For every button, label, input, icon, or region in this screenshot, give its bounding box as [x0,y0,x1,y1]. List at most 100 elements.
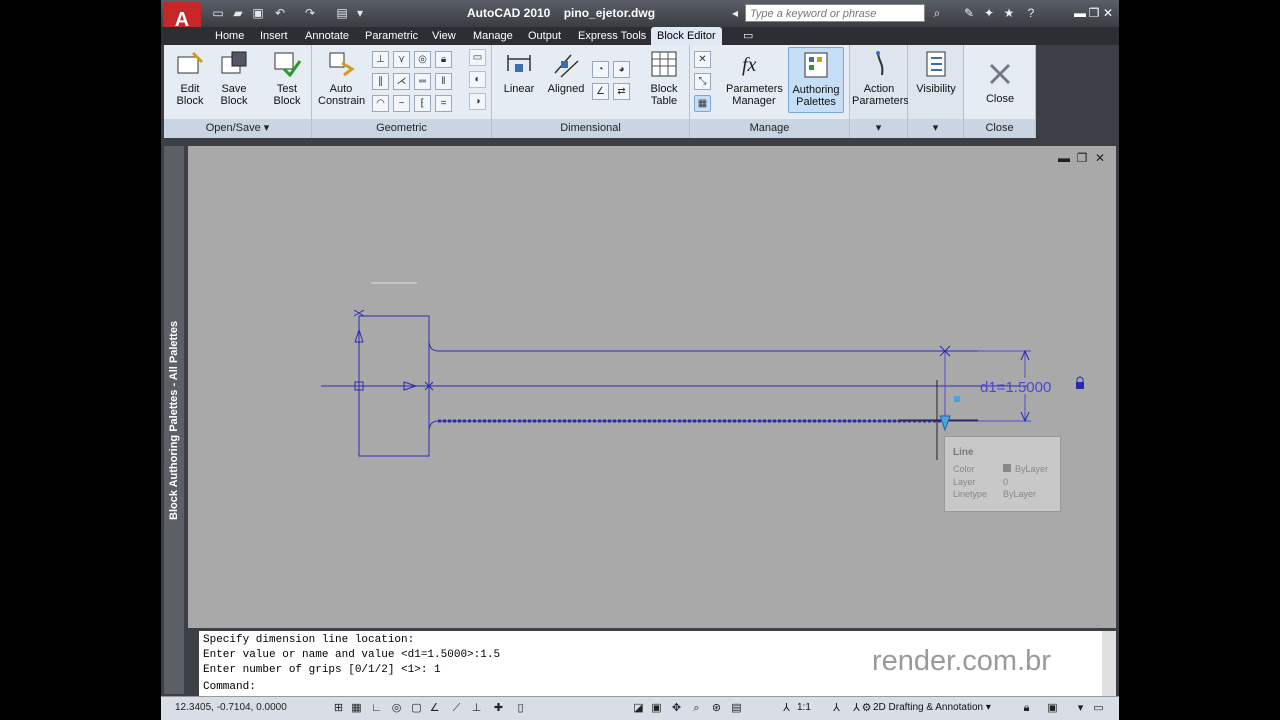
qat-dropdown-icon[interactable]: ▾ [351,5,369,21]
close-window-icon[interactable]: ✕ [1101,6,1115,20]
search-expand-icon[interactable]: ◂ [727,5,743,21]
panel-title-manage[interactable]: Manage [690,119,849,138]
smooth-icon[interactable]: ~ [393,95,410,112]
clean-screen-icon[interactable]: ▭ [1091,700,1106,716]
pan-icon[interactable]: ✥ [669,700,684,716]
block-table-button[interactable]: Block Table [644,49,684,107]
constraint-status-icon[interactable]: ▦ [694,95,711,112]
save-icon[interactable]: ▣ [249,5,267,21]
panel-title-geometric[interactable]: Geometric [312,119,491,138]
auto-constrain-button[interactable]: Auto Constrain [318,49,365,107]
show-constraints-icon[interactable]: ▭ [469,49,486,66]
construction-icon[interactable]: ⤡ [694,73,711,90]
snap-icon[interactable]: ⊞ [331,700,346,716]
grid-icon[interactable]: ▦ [349,700,364,716]
hardware-acceleration-icon[interactable]: ▣ [1045,700,1060,716]
lock-icon[interactable]: 🔒︎ [1019,700,1034,716]
fix-lock-icon[interactable]: 🔒︎ [435,51,452,68]
annotation-scale-icon[interactable]: ⅄ [779,700,794,716]
tab-output[interactable]: Output [522,27,567,45]
delete-constraints-icon[interactable]: ◑ [469,93,486,110]
search-input[interactable]: Type a keyword or phrase [745,4,925,22]
annotation-scale-value[interactable]: 1:1 [797,702,811,713]
dynamic-input-icon[interactable]: ⊥ [469,700,484,716]
tab-insert[interactable]: Insert [254,27,294,45]
tab-express-tools[interactable]: Express Tools [572,27,652,45]
osnap-icon[interactable]: ▢ [409,700,424,716]
communication-icon[interactable]: ✦ [981,5,997,21]
test-block-button[interactable]: Test Block [266,49,308,107]
dynamic-ucs-icon[interactable]: ⟋ [449,700,464,716]
new-icon[interactable]: ▭ [209,5,227,21]
steering-wheel-icon[interactable]: ⊛ [709,700,724,716]
drawing-area[interactable]: d1=1.5000 [188,146,1116,628]
vertical-icon[interactable]: ‖ [435,73,452,90]
annotation-visibility-icon[interactable]: ⅄ [829,700,844,716]
ribbon-minimize-icon[interactable]: ▭ [737,27,759,45]
edit-block-button[interactable]: Edit Block [170,49,210,107]
coordinate-readout[interactable]: 12.3405, -0.7104, 0.0000 [175,702,287,713]
command-prompt[interactable]: Command: [203,681,256,693]
viewport-restore-icon[interactable]: ❐ [1075,151,1089,165]
collinear-icon[interactable]: ⋎ [393,51,410,68]
horizontal-icon[interactable]: ═ [414,73,431,90]
perpendicular-icon[interactable]: ⋌ [393,73,410,90]
command-scrollbar[interactable] [1102,631,1116,696]
save-block-button[interactable]: Save Block [214,49,254,107]
model-icon[interactable]: ◪ [631,700,646,716]
status-menu-icon[interactable]: ▾ [1073,700,1088,716]
tools-icon[interactable]: ✎ [961,5,977,21]
favorites-star-icon[interactable]: ★ [1001,5,1017,21]
symmetric-icon[interactable]: ⁅ [414,95,431,112]
viewport-minimize-icon[interactable]: ▬ [1057,151,1071,165]
redo-icon[interactable]: ↷ [301,5,319,21]
parallel-icon[interactable]: ∥ [372,73,389,90]
visibility-expand[interactable]: ▾ [908,119,963,138]
undo-icon[interactable]: ↶ [271,5,289,21]
minimize-icon[interactable]: ▬ [1073,6,1087,20]
plot-icon[interactable]: ▤ [333,5,351,21]
binoculars-icon[interactable]: ⌕ [929,5,945,21]
panel-title-dimensional[interactable]: Dimensional [492,119,689,138]
authoring-palettes-button[interactable]: Authoring Palettes [788,47,844,113]
radius-icon[interactable]: ◔ [592,61,609,78]
showmotion-icon[interactable]: ▤ [729,700,744,716]
tab-home[interactable]: Home [209,27,250,45]
tab-parametric[interactable]: Parametric [359,27,424,45]
action-parameters-expand[interactable]: ▾ [850,119,907,138]
action-parameters-button[interactable]: Action Parameters [852,49,909,107]
quick-properties-icon[interactable]: ▯ [513,700,528,716]
tangent-icon[interactable]: ◠ [372,95,389,112]
linear-button[interactable]: Linear [500,49,538,95]
otrack-icon[interactable]: ∠ [427,700,442,716]
aligned-button[interactable]: Aligned [546,49,586,95]
open-icon[interactable]: ▰ [229,5,247,21]
coincident-icon[interactable]: ⊥ [372,51,389,68]
zoom-icon[interactable]: ⌕ [689,700,704,716]
edit-block-icon [177,51,204,74]
polar-icon[interactable]: ◎ [389,700,404,716]
close-block-editor-button[interactable]: Close [972,59,1028,105]
visibility-button[interactable]: Visibility [910,49,962,95]
concentric-icon[interactable]: ◎ [414,51,431,68]
tab-manage[interactable]: Manage [467,27,519,45]
tab-view[interactable]: View [426,27,462,45]
lineweight-icon[interactable]: ✚ [491,700,506,716]
parameters-manager-button[interactable]: fx Parameters Manager [726,49,783,107]
diameter-icon[interactable]: ◕ [613,61,630,78]
equal-icon[interactable]: = [435,95,452,112]
ortho-icon[interactable]: ∟ [369,700,384,716]
workspace-switcher[interactable]: 2D Drafting & Annotation ▾ [873,702,991,713]
viewport-close-icon[interactable]: ✕ [1093,151,1107,165]
constraint-bar-icon[interactable]: ◐ [469,71,486,88]
convert-icon[interactable]: ⇄ [613,83,630,100]
delete-icon[interactable]: ✕ [694,51,711,68]
layout-icon[interactable]: ▣ [649,700,664,716]
help-icon[interactable]: ? [1023,5,1039,21]
tab-annotate[interactable]: Annotate [299,27,355,45]
panel-title-open-save[interactable]: Open/Save ▾ [164,119,311,138]
workspace-gear-icon[interactable]: ⚙ [859,700,874,716]
maximize-icon[interactable]: ❐ [1087,6,1101,20]
tab-block-editor[interactable]: Block Editor [651,27,722,45]
angular-icon[interactable]: ∠ [592,83,609,100]
